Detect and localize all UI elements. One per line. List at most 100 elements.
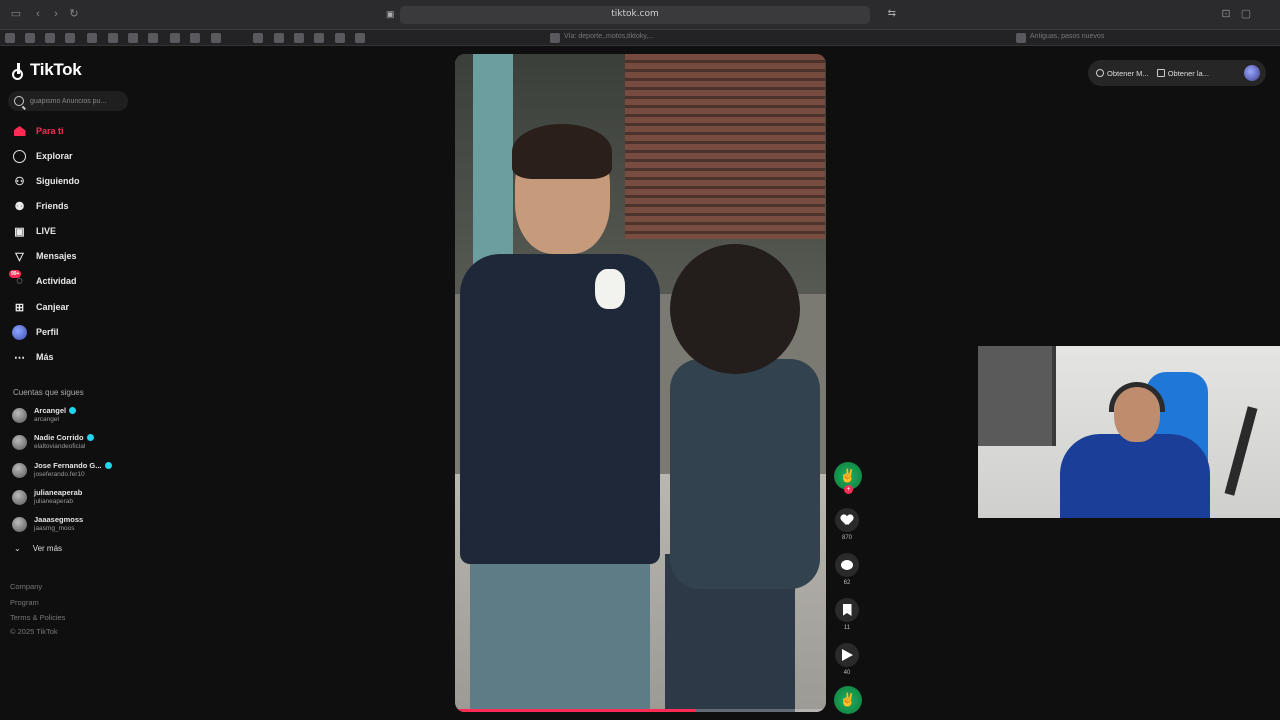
bookmark-icon[interactable] [25,33,35,43]
bookmark-icon[interactable] [5,33,15,43]
tab-group-icon[interactable] [550,33,560,43]
follow-plus-icon[interactable]: + [844,485,853,494]
toolbar-hint-center: Vía: deporte,.motos,tiktoky,... [564,33,655,40]
comment-icon [841,560,853,570]
verified-icon [69,407,77,414]
messages-icon: ▽ [15,250,24,263]
nav-item-siguiendo[interactable]: ⚇ Siguiendo [12,172,80,190]
checkbox-icon[interactable] [1016,33,1026,43]
footer-link-company[interactable]: Company [10,582,42,591]
tiktok-logo-icon [12,62,26,80]
verified-icon [104,462,112,469]
video-progress-bar[interactable] [455,709,826,712]
account-handle: arcangel [34,416,59,423]
verified-icon [86,434,94,441]
live-icon: ▣ [14,225,25,238]
music-disc[interactable]: ✌ [834,686,862,714]
save-count: 11 [843,625,851,631]
forward-icon[interactable]: › [50,8,62,20]
bookmark-icon[interactable] [314,33,324,43]
following-account[interactable]: julianeaperab julianeaperab [12,486,172,508]
nav-item-mas[interactable]: ⋯ Más [12,348,54,366]
nav-label: Mensajes [36,251,77,261]
search-input[interactable] [30,97,120,105]
bookmark-icon[interactable] [65,33,75,43]
bookmark-icon[interactable] [294,33,304,43]
footer-copyright: © 2025 TikTok [10,627,58,636]
nav-item-actividad[interactable]: ◌ 99+ Actividad [9,269,77,290]
desktop-icon [1096,69,1104,77]
bookmark-icon[interactable] [274,33,284,43]
account-handle: joseferando.fer10 [34,471,85,478]
video-player[interactable] [455,54,826,712]
following-section-title: Cuentas que sigues [13,388,84,397]
account-handle: julianeaperab [34,498,74,505]
bookmark-icon[interactable] [335,33,345,43]
chevron-down-icon: ⌄ [14,544,21,553]
get-app-button-2[interactable]: Obtener la... [1156,69,1209,78]
user-avatar[interactable] [1244,65,1260,81]
nav-item-canjear[interactable]: ⊞ Canjear [12,298,69,316]
back-icon[interactable]: ‹ [32,8,44,20]
bookmark-icon[interactable] [211,33,221,43]
nav-label: Perfil [36,327,59,337]
get-app-button[interactable]: Obtener M... [1096,69,1149,78]
search-box[interactable] [8,91,128,111]
tiktok-logo[interactable]: TikTok [12,60,82,80]
tabs-icon[interactable]: ▢ [1240,8,1252,20]
bookmark-icon[interactable] [148,33,158,43]
nav-item-explorar[interactable]: Explorar [12,147,73,165]
bookmark-icon[interactable] [108,33,118,43]
like-button[interactable] [835,508,859,532]
footer-link-program[interactable]: Program [10,598,39,607]
following-account[interactable]: Jose Fernando G... joseferando.fer10 [12,459,172,481]
nav-label: Actividad [36,276,77,286]
creator-avatar[interactable]: ✌ + [834,462,862,494]
bookmark-icon[interactable] [128,33,138,43]
bookmark-icon[interactable] [253,33,263,43]
save-button[interactable] [835,598,859,622]
app-download-bar: Obtener M... Obtener la... [1088,60,1266,86]
activity-icon: ◌ 99+ [9,269,23,287]
downloads-icon[interactable]: ⊡ [1220,8,1232,20]
account-name: Jaaasegmoss [34,515,84,524]
bookmark-icon[interactable] [170,33,180,43]
nav-item-mensajes[interactable]: ▽ Mensajes [12,247,77,265]
following-account[interactable]: Arcangel arcangel [12,404,172,426]
following-account[interactable]: Jaaasegmoss jaasmg_moos [12,513,172,535]
see-more-button[interactable]: ⌄ Ver más [14,544,62,553]
avatar [12,407,27,423]
see-more-label: Ver más [32,544,63,553]
footer-link-terms[interactable]: Terms & Policies [10,613,65,622]
sidebar-toggle-icon[interactable]: ▭ [10,8,22,20]
following-account[interactable]: Nadie Corrido elaltoviandeoficial [12,431,172,453]
address-bar[interactable]: ▣ tiktok.com ⇆ [386,6,896,24]
account-handle: jaasmg_moos [34,525,75,532]
compass-icon [12,149,27,164]
phone-icon [1156,69,1165,77]
translate-icon[interactable]: ⇆ [888,8,896,19]
toolbar-hint-right: Antiguas, pasos nuevos [1030,33,1105,40]
bookmark-icon[interactable] [190,33,200,43]
nav-item-friends[interactable]: ⚉ Friends [12,197,69,215]
bookmark-icon[interactable] [355,33,365,43]
nav-item-para-ti[interactable]: Para ti [12,122,64,140]
comment-button[interactable] [835,553,859,577]
profile-icon [12,324,27,340]
bookmark-icon[interactable] [87,33,97,43]
nav-label: Explorar [36,151,73,161]
sidebar: TikTok Para ti Explorar ⚇ Siguiendo ⚉ Fr… [0,46,220,720]
reload-icon[interactable]: ↻ [68,8,80,20]
bookmark-icon[interactable] [45,33,55,43]
nav-item-perfil[interactable]: Perfil [12,323,59,341]
nav-item-live[interactable]: ▣ LIVE [12,222,56,240]
nav-label: Canjear [36,302,70,312]
nav-label: Friends [36,201,69,211]
avatar [12,462,27,478]
nav-label: Para ti [36,126,64,136]
nav-label: Siguiendo [36,176,80,186]
following-icon: ⚇ [14,175,25,188]
share-button[interactable] [835,643,859,667]
video-progress-fill [455,709,697,712]
share-icon [841,649,853,661]
